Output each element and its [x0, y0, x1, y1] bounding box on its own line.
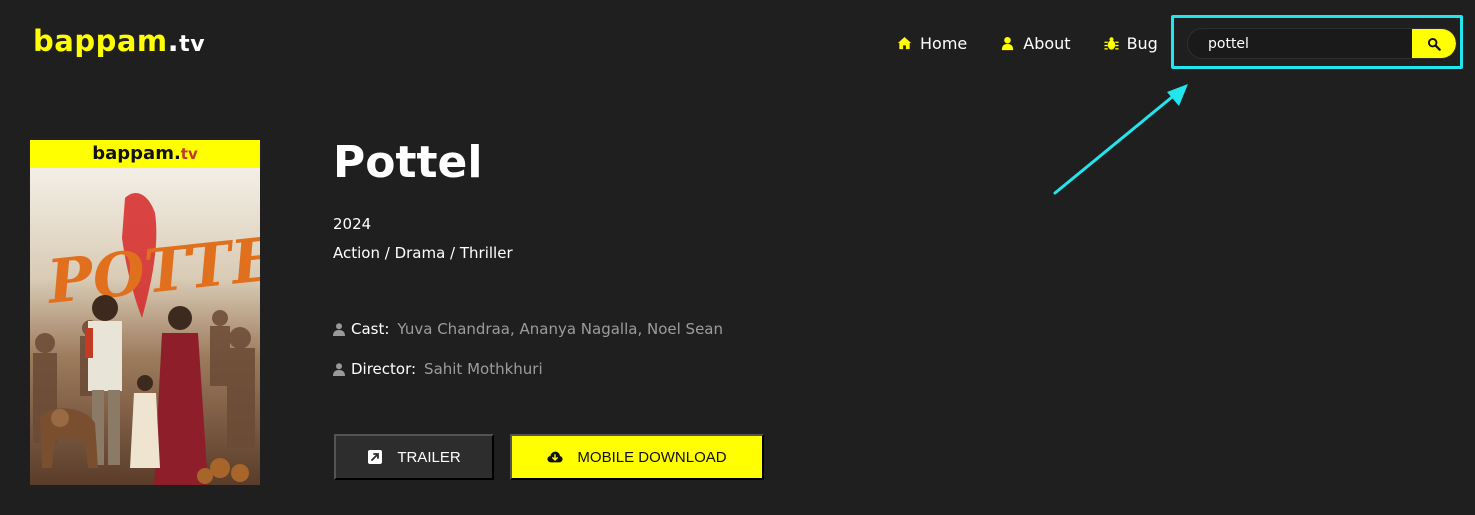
- poster-banner-tv: tv: [180, 145, 198, 163]
- director-label: Director:: [351, 360, 417, 378]
- search-button[interactable]: [1412, 29, 1456, 58]
- movie-title: Pottel: [333, 137, 483, 188]
- logo-tv: tv: [179, 32, 206, 57]
- trailer-button[interactable]: TRAILER: [334, 434, 494, 480]
- cast-row: Cast: Yuva Chandraa, Ananya Nagalla, Noe…: [333, 320, 723, 338]
- cloud-download-icon: [547, 451, 563, 463]
- nav-home-label: Home: [920, 34, 968, 53]
- logo-dot: .: [167, 24, 180, 58]
- movie-poster[interactable]: bappam.tv POTTEL: [30, 140, 260, 485]
- poster-banner-text: bappam: [92, 143, 174, 164]
- person-icon: [333, 362, 345, 376]
- nav-bug-label: Bug: [1126, 34, 1158, 53]
- nav-about[interactable]: About: [1000, 34, 1071, 53]
- bug-icon: [1104, 37, 1119, 50]
- cast-label: Cast:: [351, 320, 390, 338]
- trailer-label: TRAILER: [397, 448, 461, 466]
- person-icon: [333, 322, 345, 336]
- home-icon: [897, 36, 912, 50]
- site-logo[interactable]: bappam.tv: [33, 24, 205, 58]
- user-icon: [1002, 36, 1014, 51]
- cast-value: Yuva Chandraa, Ananya Nagalla, Noel Sean: [397, 320, 723, 338]
- nav-about-label: About: [1023, 34, 1071, 53]
- logo-text: bappam: [33, 24, 168, 58]
- nav-bug[interactable]: Bug: [1104, 34, 1158, 53]
- mobile-download-button[interactable]: MOBILE DOWNLOAD: [510, 434, 764, 480]
- poster-banner: bappam.tv: [30, 140, 260, 168]
- poster-banner-dot: .: [173, 143, 181, 164]
- movie-year: 2024: [333, 215, 372, 233]
- director-row: Director: Sahit Mothkhuri: [333, 360, 543, 378]
- main-nav: Home About Bug: [897, 34, 1158, 53]
- external-link-icon: [368, 450, 383, 464]
- poster-artwork: POTTEL: [30, 168, 260, 485]
- movie-genres: Action / Drama / Thriller: [333, 244, 513, 262]
- search-icon: [1427, 37, 1441, 51]
- director-value: Sahit Mothkhuri: [424, 360, 543, 378]
- mobile-download-label: MOBILE DOWNLOAD: [577, 448, 727, 466]
- search-input[interactable]: [1188, 29, 1412, 58]
- nav-home[interactable]: Home: [897, 34, 967, 53]
- search-bar: [1187, 28, 1457, 59]
- annotation-arrow: [1053, 84, 1188, 195]
